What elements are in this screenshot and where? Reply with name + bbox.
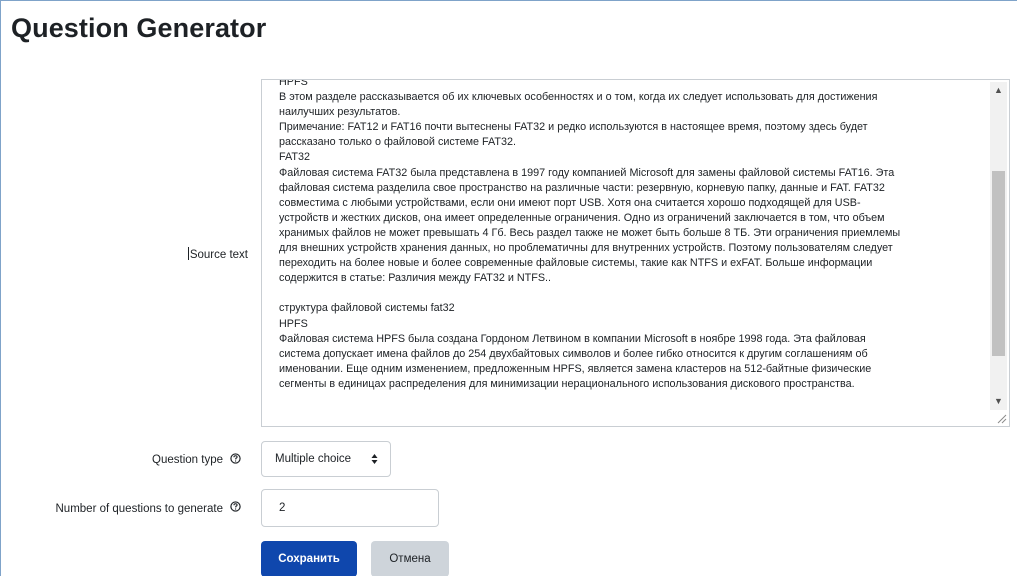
up-down-arrows-icon: [371, 454, 378, 464]
save-button[interactable]: Сохранить: [261, 541, 357, 576]
source-text-line: FAT32: [279, 151, 311, 164]
source-text-line: наилучших результатов.: [279, 106, 401, 119]
textarea-scrollbar[interactable]: ▲ ▼: [990, 82, 1007, 410]
page-title: Question Generator: [11, 13, 267, 43]
scroll-up-icon[interactable]: ▲: [990, 82, 1007, 99]
source-text-line: содержится в статье: Различия между FAT3…: [279, 272, 552, 285]
source-text-line: [279, 286, 979, 301]
number-of-questions-value: 2: [279, 502, 286, 514]
question-type-selected: Multiple choice: [275, 453, 352, 465]
number-of-questions-label: Number of questions to generate: [55, 503, 224, 515]
question-type-select[interactable]: Multiple choice: [261, 441, 391, 477]
question-type-label: Question type: [152, 454, 223, 466]
scroll-down-icon[interactable]: ▼: [990, 393, 1007, 410]
question-generator-page: Question Generator Source text HPFS В эт…: [0, 0, 1017, 576]
source-text-line: для внешних устройств хранения данных, н…: [279, 242, 893, 255]
resize-grip-icon[interactable]: [997, 414, 1007, 424]
source-text-line: хранимых файлов не может превышать 4 Гб.…: [279, 226, 901, 239]
source-text-line: Примечание: FAT12 и FAT16 почти вытеснен…: [279, 121, 868, 134]
text-cursor: [187, 247, 189, 260]
number-of-questions-input[interactable]: 2: [261, 489, 439, 527]
source-text-textarea[interactable]: HPFS В этом разделе рассказывается об их…: [261, 79, 1010, 427]
source-text-line: устройств и жестких дисков, она имеет оп…: [279, 211, 885, 224]
question-circle-icon[interactable]: [230, 453, 241, 464]
source-text-line: именовании. Еще одним изменением, предло…: [279, 362, 872, 375]
source-text-line: Файловая система FAT32 была представлена…: [279, 166, 895, 179]
source-text-line: рассказано только о файловой системе FAT…: [279, 136, 517, 149]
source-text-line: HPFS: [279, 317, 308, 330]
source-text-line: структура файловой системы fat32: [279, 302, 455, 315]
source-text-line: сегменты в единицах распределения для ми…: [279, 377, 855, 390]
source-text-content[interactable]: HPFS В этом разделе рассказывается об их…: [279, 79, 979, 392]
source-text-line: совместима с любыми устройствами, если о…: [279, 196, 861, 209]
source-text-line: переходить на более новые и более соврем…: [279, 257, 873, 270]
source-text-line: файловая система разделила свое простран…: [279, 181, 885, 194]
source-text-label: Source text: [187, 247, 248, 261]
source-text-line: Файловая система HPFS была создана Гордо…: [279, 332, 866, 345]
cancel-button[interactable]: Отмена: [371, 541, 449, 576]
source-text-line: HPFS: [279, 79, 308, 88]
source-text-label-text: Source text: [189, 249, 248, 261]
scrollbar-thumb[interactable]: [992, 171, 1005, 356]
source-text-line: система допускает имена файлов до 254 дв…: [279, 347, 868, 360]
source-text-line: В этом разделе рассказывается об их ключ…: [279, 91, 878, 104]
question-circle-icon[interactable]: [230, 501, 241, 512]
